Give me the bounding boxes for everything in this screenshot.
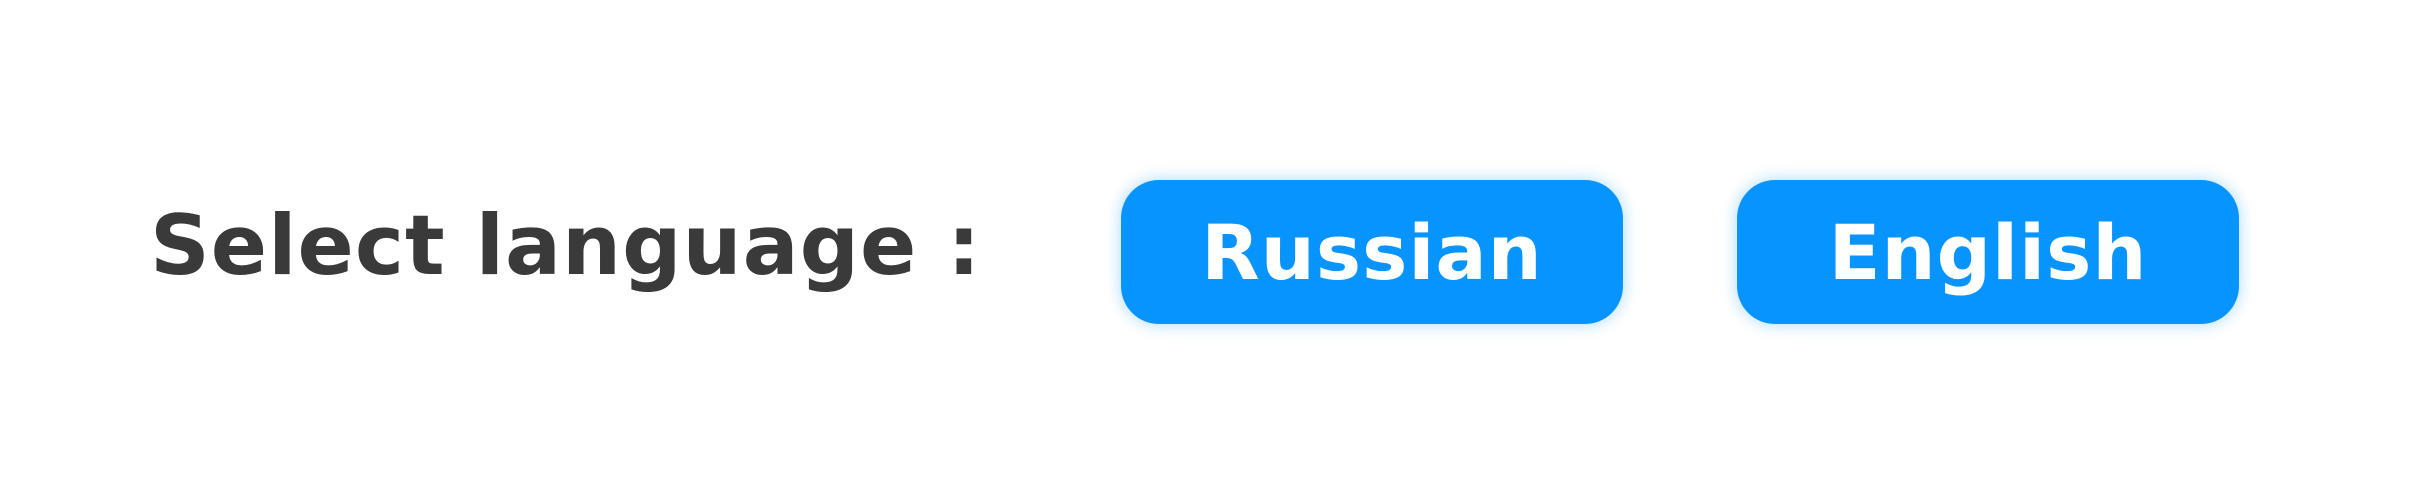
russian-language-button[interactable]: Russian	[1121, 180, 1623, 324]
english-language-button[interactable]: English	[1737, 180, 2239, 324]
select-language-label: Select language :	[150, 197, 982, 294]
